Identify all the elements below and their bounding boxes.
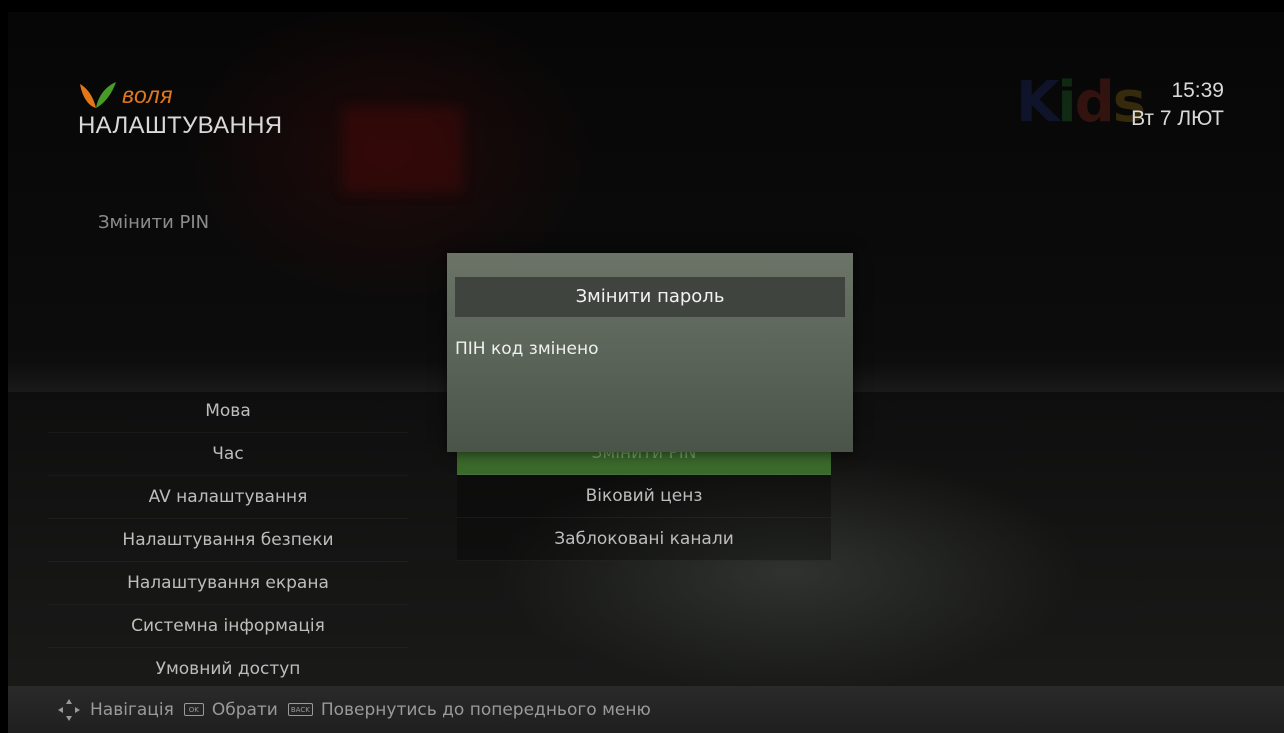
brand-logo: воля [78, 80, 173, 110]
clock: 15:39 Вт 7 ЛЮТ [1131, 78, 1224, 132]
dialog-title: Змінити пароль [455, 277, 845, 317]
leaf-icon [78, 80, 118, 110]
hint-select: Обрати [211, 699, 278, 720]
submenu-item-age-rating[interactable]: Віковий ценз [457, 475, 831, 518]
change-password-dialog: Змінити пароль ПІН код змінено [447, 253, 853, 452]
dialog-message: ПІН код змінено [455, 339, 599, 359]
background-channel-logo: Kids [1016, 70, 1146, 135]
channel-logo-letter-1: K [1016, 70, 1059, 135]
settings-menu: Мова Час AV налаштування Налаштування бе… [48, 390, 408, 691]
menu-item-language[interactable]: Мова [48, 390, 408, 433]
hint-back: Повернутись до попереднього меню [320, 699, 651, 720]
menu-item-security-settings[interactable]: Налаштування безпеки [48, 519, 408, 562]
back-key-icon: BACK [287, 703, 313, 716]
menu-item-conditional-access[interactable]: Умовний доступ [48, 648, 408, 691]
item-description: Змінити PIN [98, 212, 210, 233]
current-date: Вт 7 ЛЮТ [1131, 107, 1224, 130]
menu-item-av-settings[interactable]: AV налаштування [48, 476, 408, 519]
page-title: НАЛАШТУВАННЯ [78, 112, 283, 139]
brand-name: воля [122, 81, 174, 108]
hint-navigate: Навігація [90, 699, 174, 720]
tv-screen: Kids воля НАЛАШТУВАННЯ 15:39 Вт 7 ЛЮТ Зм… [8, 12, 1284, 733]
current-time: 15:39 [1171, 79, 1224, 102]
navigation-arrows-icon [58, 698, 80, 721]
menu-item-time[interactable]: Час [48, 433, 408, 476]
background-video-patch [343, 107, 463, 192]
channel-logo-letter-2: i [1057, 70, 1076, 135]
submenu-item-blocked-channels[interactable]: Заблоковані канали [457, 518, 831, 561]
menu-item-screen-settings[interactable]: Налаштування екрана [48, 562, 408, 605]
channel-logo-letter-3: d [1074, 70, 1115, 135]
footer-hints: Навігація OK Обрати BACK Повернутись до … [8, 686, 1284, 733]
ok-key-icon: OK [183, 703, 204, 716]
menu-item-system-info[interactable]: Системна інформація [48, 605, 408, 648]
